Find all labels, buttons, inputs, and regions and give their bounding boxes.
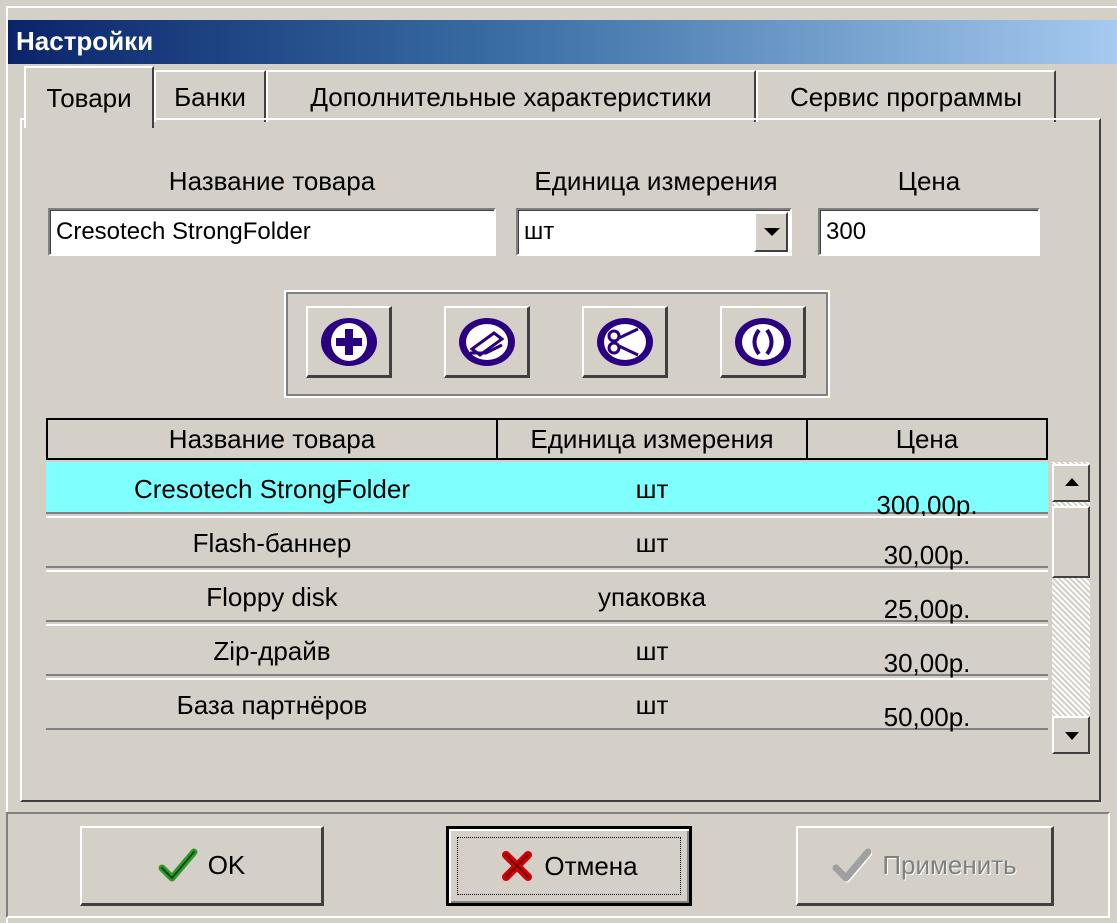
add-button[interactable]: [306, 306, 392, 378]
checkmark-icon: [832, 848, 873, 882]
column-header-price-label: Цена: [895, 423, 959, 454]
tab-banki[interactable]: Банки: [154, 70, 266, 122]
table-row[interactable]: База партнёров шт 50,00р.: [46, 678, 1048, 732]
ok-button[interactable]: OK: [80, 826, 324, 906]
scroll-up-icon[interactable]: [1052, 464, 1090, 502]
apply-button-label: Применить: [882, 850, 1017, 880]
ok-button-label: OK: [207, 850, 246, 880]
unit-select[interactable]: шт: [516, 208, 792, 256]
vertical-scrollbar[interactable]: [1052, 462, 1090, 754]
title-bar[interactable]: Настройки: [8, 20, 1117, 64]
refresh-button[interactable]: [720, 306, 806, 378]
tab-service-label: Сервис программы: [789, 81, 1023, 112]
table-row[interactable]: Zip-драйв шт 30,00р.: [46, 624, 1048, 678]
unit-label: Единица измерения: [534, 166, 778, 196]
cell-unit: шт: [635, 635, 669, 666]
apply-button[interactable]: Применить: [796, 826, 1054, 906]
cancel-button[interactable]: Отмена: [446, 826, 692, 906]
chevron-down-icon[interactable]: [754, 212, 788, 252]
table-row[interactable]: Floppy disk упаковка 25,00р.: [46, 570, 1048, 624]
cell-unit: шт: [635, 527, 669, 558]
delete-icon: [596, 317, 653, 366]
column-header-price[interactable]: Цена: [806, 418, 1048, 460]
table-row[interactable]: Flash-баннер шт 30,00р.: [46, 516, 1048, 570]
delete-button[interactable]: [582, 306, 668, 378]
price-input-value: 300: [826, 218, 867, 245]
cell-name: Floppy disk: [206, 581, 338, 612]
name-input-value: Cresotech StrongFolder: [56, 218, 311, 245]
edit-icon: [458, 317, 515, 366]
tab-tovari[interactable]: Товари: [24, 66, 154, 128]
cell-name: Cresotech StrongFolder: [133, 473, 411, 504]
tab-banki-label: Банки: [174, 81, 246, 112]
window-title: Настройки: [16, 26, 154, 56]
products-table: Название товара Единица измерения Цена C…: [46, 418, 1048, 754]
checkmark-icon: [158, 848, 198, 881]
cell-unit: шт: [635, 689, 669, 720]
tab-additional-label: Дополнительные характеристики: [310, 81, 712, 112]
cell-name: Zip-драйв: [213, 635, 331, 666]
price-label: Цена: [897, 166, 961, 196]
tab-additional-characteristics[interactable]: Дополнительные характеристики: [266, 70, 756, 122]
scroll-thumb[interactable]: [1052, 506, 1090, 578]
column-header-unit-label: Единица измерения: [530, 423, 774, 454]
column-header-unit[interactable]: Единица измерения: [496, 418, 808, 460]
cell-unit: шт: [635, 473, 669, 504]
name-input[interactable]: Cresotech StrongFolder: [48, 208, 496, 256]
add-icon: [320, 317, 377, 366]
refresh-icon: [734, 317, 791, 366]
cell-unit: упаковка: [598, 581, 706, 612]
unit-select-value: шт: [524, 218, 555, 245]
table-row[interactable]: Cresotech StrongFolder шт 300,00р.: [46, 462, 1048, 520]
scroll-down-icon[interactable]: [1052, 716, 1090, 754]
focus-rectangle: [457, 837, 681, 895]
cell-price: 50,00р.: [883, 701, 971, 732]
tab-service[interactable]: Сервис программы: [756, 70, 1056, 122]
name-label: Название товара: [168, 166, 376, 196]
cell-name: База партнёров: [176, 689, 368, 720]
edit-button[interactable]: [444, 306, 530, 378]
cell-name: Flash-баннер: [192, 527, 352, 558]
tab-tovari-label: Товари: [46, 82, 132, 113]
column-header-name-label: Название товара: [168, 423, 376, 454]
column-header-name[interactable]: Название товара: [46, 418, 498, 460]
price-input[interactable]: 300: [818, 208, 1040, 256]
